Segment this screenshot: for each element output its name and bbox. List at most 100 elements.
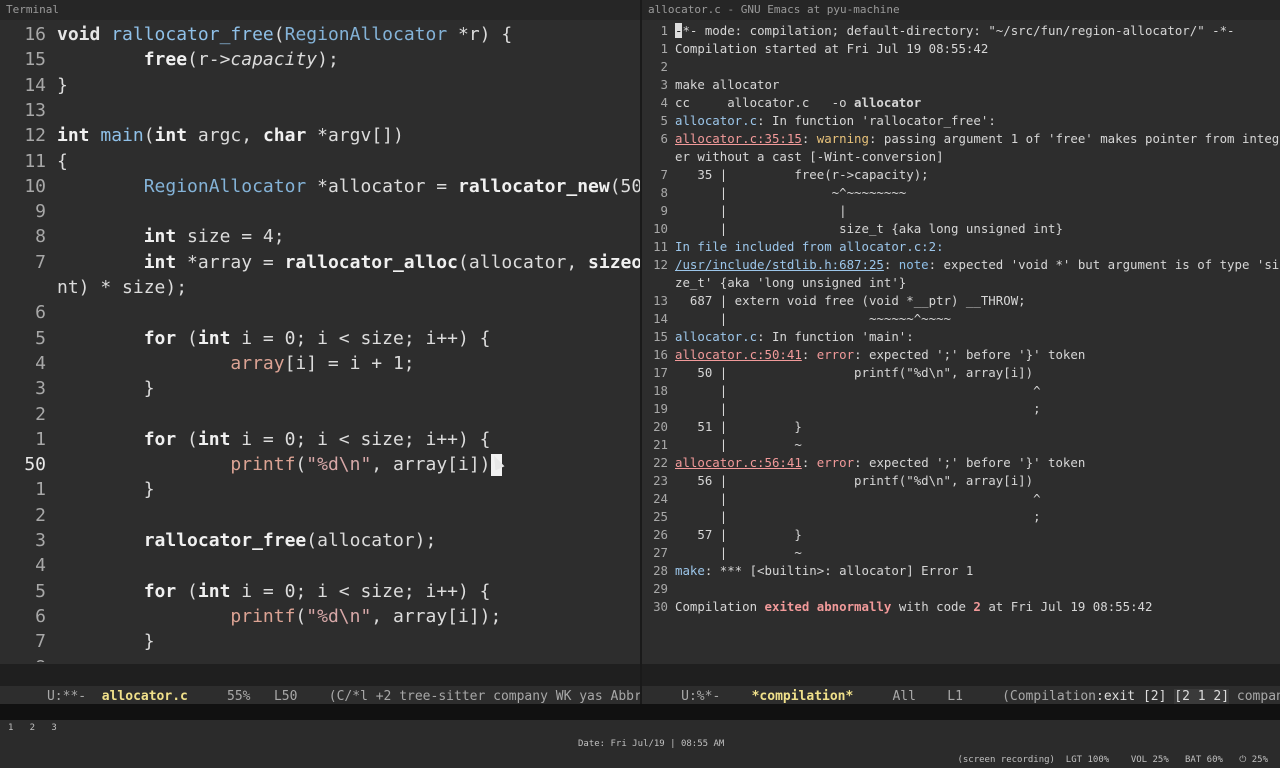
code-line[interactable]: 15 free(r->capacity); bbox=[0, 47, 339, 72]
compilation-line[interactable]: 25 | ; bbox=[642, 508, 1040, 526]
compilation-line[interactable]: 12/usr/include/stdlib.h:687:25: note: ex… bbox=[642, 256, 1279, 274]
compilation-line[interactable]: 19 | ; bbox=[642, 400, 1040, 418]
code-line[interactable]: 4 array[i] = i + 1; bbox=[0, 351, 414, 376]
compilation-buffer[interactable]: 1 -*- mode: compilation; default-director… bbox=[642, 20, 1280, 662]
code-text: { bbox=[57, 150, 68, 172]
compilation-line[interactable]: 1 -*- mode: compilation; default-director… bbox=[642, 22, 1235, 40]
code-line[interactable]: 8 bbox=[0, 655, 46, 663]
line-number: 8 bbox=[35, 226, 46, 248]
buffer-name[interactable]: allocator.c bbox=[102, 689, 188, 704]
line-number: 18 bbox=[653, 383, 668, 398]
line-number: 1 bbox=[35, 428, 46, 450]
compilation-line[interactable]: 9 | | bbox=[642, 202, 847, 220]
compilation-line[interactable]: 6 allocator.c:35:15: warning: passing arg… bbox=[642, 130, 1280, 148]
compilation-text: In file included from allocator.c:2: bbox=[675, 239, 944, 254]
compilation-line[interactable]: 21 | ~ bbox=[642, 436, 802, 454]
compilation-line[interactable]: 11 In file included from allocator.c:2: bbox=[642, 238, 943, 256]
left-editor-window[interactable]: Terminal 16 void rallocator_free(RegionAl… bbox=[0, 0, 640, 704]
code-text: free(r->capacity); bbox=[143, 49, 339, 71]
code-line[interactable]: 3 rallocator_free(allocator); bbox=[0, 528, 436, 553]
code-line[interactable]: 7 } bbox=[0, 629, 154, 654]
code-line[interactable]: 7 int *array = rallocator_alloc(allocato… bbox=[0, 250, 640, 275]
line-number: 15 bbox=[653, 329, 668, 344]
code-line[interactable]: 12 int main(int argc, char *argv[]) bbox=[0, 123, 404, 148]
line-number: 21 bbox=[653, 437, 668, 452]
compilation-line[interactable]: 22 allocator.c:56:41: error: expected ';'… bbox=[642, 454, 1085, 472]
compilation-line[interactable]: 5 allocator.c: In function 'rallocator_fr… bbox=[642, 112, 996, 130]
compilation-line[interactable]: 2 bbox=[642, 58, 668, 76]
code-line[interactable]: 10 RegionAllocator *allocator = rallocat… bbox=[0, 174, 640, 199]
compilation-line[interactable]: ze_t' {aka 'long unsigned int'} bbox=[642, 274, 906, 292]
code-text: } bbox=[57, 631, 155, 653]
code-buffer[interactable]: 16 void rallocator_free(RegionAllocator *… bbox=[0, 20, 640, 662]
compilation-text: 57 | } bbox=[675, 527, 802, 542]
line-number: 6 bbox=[35, 605, 46, 627]
compilation-line[interactable]: 18 | ^ bbox=[642, 382, 1040, 400]
compilation-line[interactable]: 28 make: *** [<builtin>: allocator] Error… bbox=[642, 562, 973, 580]
compilation-line[interactable]: 7 35 | free(r->capacity); bbox=[642, 166, 929, 184]
code-line[interactable]: 13 bbox=[0, 98, 46, 123]
line-number: 26 bbox=[653, 527, 668, 542]
compilation-line[interactable]: 20 51 | } bbox=[642, 418, 802, 436]
line-number: L50 bbox=[273, 689, 298, 704]
code-line[interactable]: 9 bbox=[0, 199, 46, 224]
compilation-line[interactable]: 29 bbox=[642, 580, 668, 598]
line-number: 16 bbox=[653, 347, 668, 362]
compilation-line[interactable]: 16 allocator.c:50:41: error: expected ';'… bbox=[642, 346, 1085, 364]
code-line[interactable]: 50 printf("%d\n", array[i]) bbox=[0, 452, 502, 477]
code-line[interactable]: 5 for (int i = 0; i < size; i++) { bbox=[0, 326, 490, 351]
compilation-text: make: *** [<builtin>: allocator] Error 1 bbox=[675, 563, 974, 578]
compilation-line[interactable]: 15 allocator.c: In function 'main': bbox=[642, 328, 914, 346]
code-line[interactable]: nt) * size); bbox=[0, 275, 187, 300]
workspace-list[interactable]: 1 2 3 bbox=[8, 720, 57, 736]
window-title: Terminal bbox=[0, 0, 640, 20]
compilation-line[interactable]: 17 50 | printf("%d\n", array[i]) bbox=[642, 364, 1033, 382]
code-text: } bbox=[57, 479, 155, 501]
code-line[interactable]: 6 printf("%d\n", array[i]); bbox=[0, 604, 501, 629]
line-number: 17 bbox=[653, 365, 668, 380]
compilation-line[interactable]: 3 make allocator bbox=[642, 76, 780, 94]
compilation-line[interactable]: 4 cc allocator.c -o allocator bbox=[642, 94, 922, 112]
compilation-line[interactable]: 13 687 | extern void free (void *__ptr) … bbox=[642, 292, 1026, 310]
code-text: int main(int argc, char *argv[]) bbox=[57, 125, 404, 147]
compilation-line[interactable]: 23 56 | printf("%d\n", array[i]) bbox=[642, 472, 1033, 490]
compilation-text: Compilation exited abnormally with code … bbox=[675, 599, 1153, 614]
compilation-line[interactable]: 30 Compilation exited abnormally with cod… bbox=[642, 598, 1152, 616]
line-number: 50 bbox=[24, 454, 46, 476]
line-number: 16 bbox=[24, 24, 46, 45]
compilation-line[interactable]: 27 | ~ bbox=[642, 544, 802, 562]
line-number: 2 bbox=[35, 504, 46, 526]
major-mode: (Compilation:exit [2] [2 1 2] company WK… bbox=[1002, 689, 1280, 704]
line-number: 10 bbox=[653, 221, 668, 236]
compilation-line[interactable]: 8 | ~^~~~~~~~~ bbox=[642, 184, 907, 202]
compilation-line[interactable]: er without a cast [-Wint-conversion] bbox=[642, 148, 944, 166]
code-line[interactable]: 5 for (int i = 0; i < size; i++) { bbox=[0, 579, 490, 604]
line-number: 11 bbox=[653, 239, 668, 254]
compilation-line[interactable]: 14 | ~~~~~~^~~~~ bbox=[642, 310, 951, 328]
code-line[interactable]: 6 bbox=[0, 300, 46, 325]
code-line[interactable]: 4 bbox=[0, 553, 46, 578]
compilation-text: | ~ bbox=[675, 545, 802, 560]
compilation-line[interactable]: 26 57 | } bbox=[642, 526, 802, 544]
buffer-name[interactable]: *compilation* bbox=[752, 689, 854, 704]
right-compilation-window[interactable]: allocator.c - GNU Emacs at pyu-machine 1… bbox=[642, 0, 1280, 704]
code-line[interactable]: 2 bbox=[0, 402, 46, 427]
compilation-text: | ; bbox=[675, 509, 1041, 524]
compilation-line[interactable]: 1 Compilation started at Fri Jul 19 08:55… bbox=[642, 40, 989, 58]
buffer-status: U:%*- bbox=[681, 689, 721, 704]
code-line[interactable]: 2 bbox=[0, 503, 46, 528]
compilation-text: allocator.c: In function 'main': bbox=[675, 329, 914, 344]
code-line[interactable]: 11 { bbox=[0, 149, 68, 174]
compilation-line[interactable]: 10 | size_t {aka long unsigned int} bbox=[642, 220, 1063, 238]
code-line[interactable]: 1 for (int i = 0; i < size; i++) { bbox=[0, 427, 490, 452]
code-line[interactable]: 1 } bbox=[0, 477, 154, 502]
line-number: 1 bbox=[660, 41, 668, 56]
code-line[interactable]: 14} bbox=[0, 73, 68, 98]
line-number: 10 bbox=[24, 175, 46, 197]
code-line[interactable]: 3 } bbox=[0, 376, 154, 401]
code-text: int *array = rallocator_alloc(allocator,… bbox=[143, 251, 640, 273]
compilation-line[interactable]: 24 | ^ bbox=[642, 490, 1040, 508]
system-status-bar: 1 2 3 Date: Fri Jul/19 | 08:55 AM (scree… bbox=[0, 704, 1280, 765]
code-line[interactable]: 8 int size = 4; bbox=[0, 224, 284, 249]
code-line[interactable]: 16 void rallocator_free(RegionAllocator *… bbox=[0, 22, 512, 47]
